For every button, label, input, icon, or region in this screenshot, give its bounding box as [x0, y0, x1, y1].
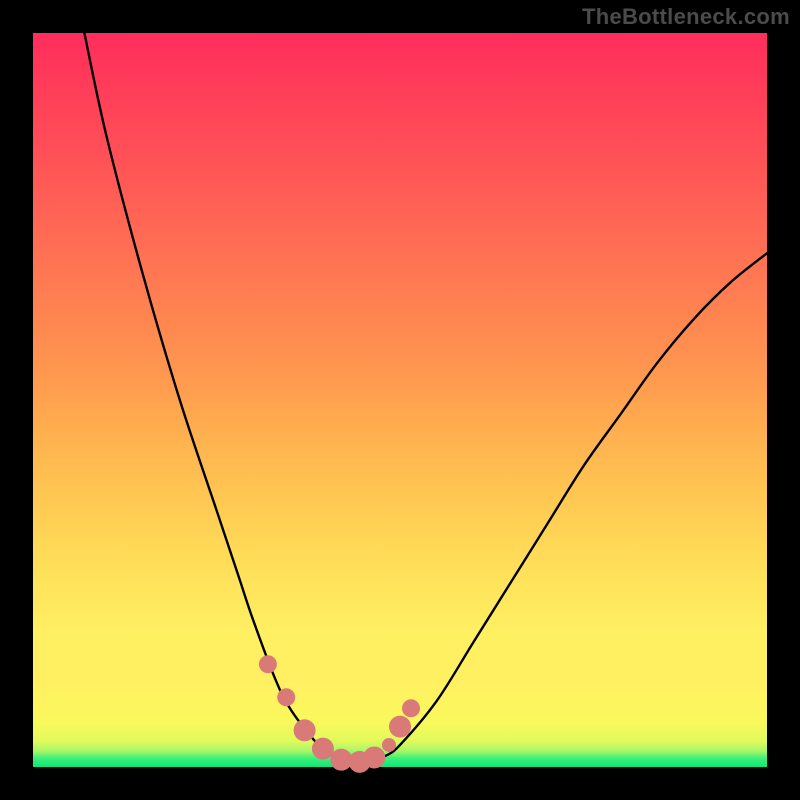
marker-group [259, 655, 420, 773]
curve-marker [277, 688, 295, 706]
plot-area [33, 33, 767, 767]
curve-marker [382, 738, 396, 752]
bottleneck-curve [84, 33, 767, 763]
curve-marker [259, 655, 277, 673]
curve-marker [294, 719, 316, 741]
curve-svg [33, 33, 767, 767]
curve-marker [363, 746, 385, 768]
curve-marker [402, 699, 420, 717]
chart-frame: TheBottleneck.com [0, 0, 800, 800]
watermark-text: TheBottleneck.com [582, 4, 790, 30]
curve-marker [312, 738, 334, 760]
curve-marker [389, 716, 411, 738]
